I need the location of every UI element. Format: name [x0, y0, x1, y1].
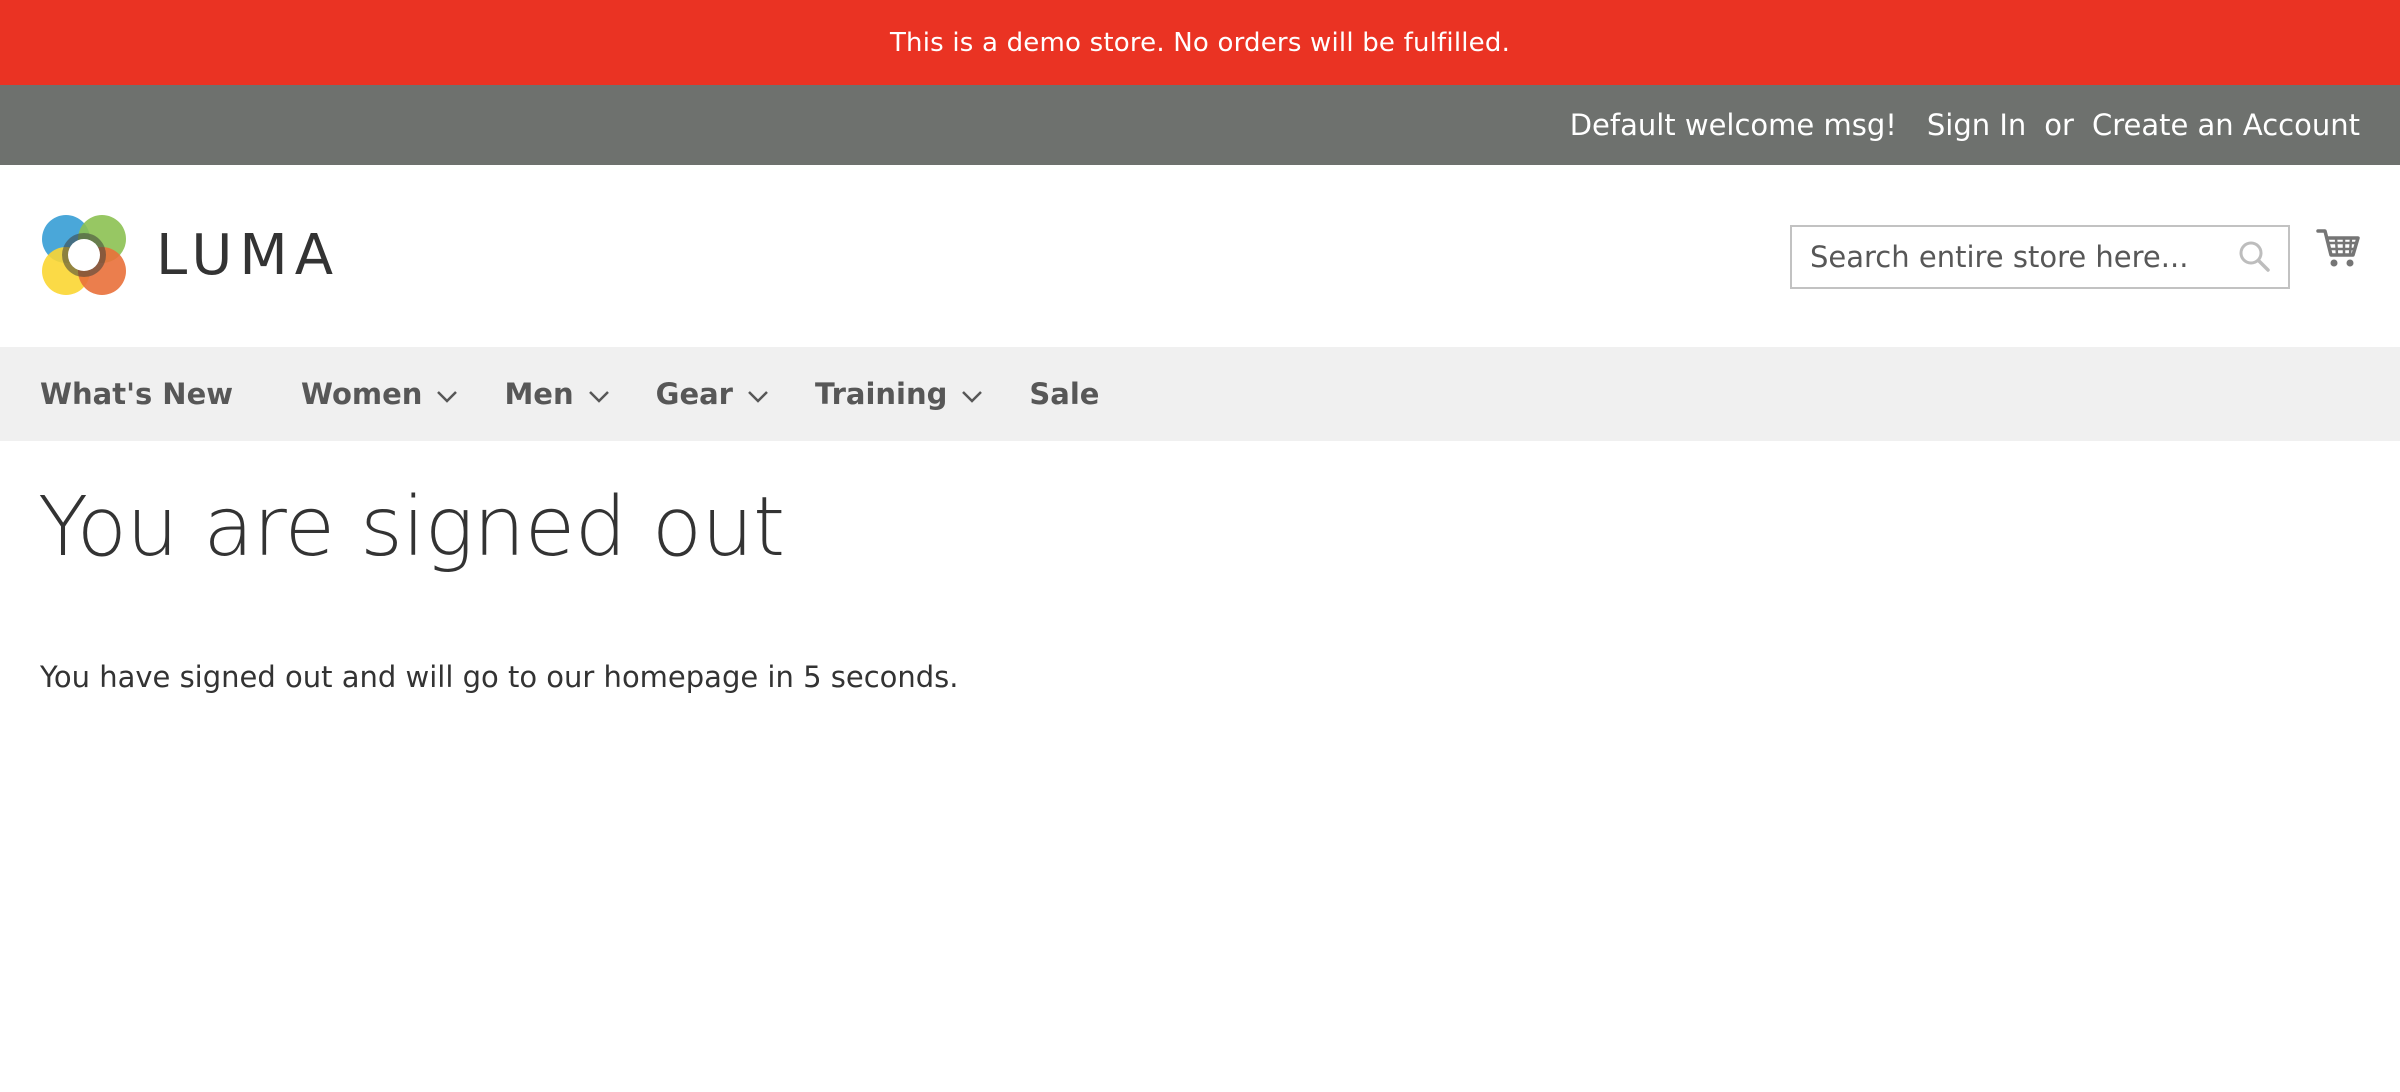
create-account-link[interactable]: Create an Account — [2092, 108, 2360, 142]
luma-logo-icon — [42, 215, 126, 295]
nav-item-label: Gear — [655, 377, 733, 411]
store-logo[interactable]: LUMA — [40, 210, 340, 300]
search-input[interactable] — [1790, 225, 2290, 289]
main-navigation: What's New Women Men Gear Training Sale — [0, 347, 2400, 441]
chevron-down-icon — [961, 377, 983, 411]
nav-item-label: Men — [504, 377, 574, 411]
header-panel: Default welcome msg! Sign In or Create a… — [0, 85, 2400, 165]
logo-text: LUMA — [156, 222, 341, 288]
nav-item-label: Women — [301, 377, 423, 411]
demo-notice-text: This is a demo store. No orders will be … — [889, 27, 1511, 58]
nav-item-men[interactable]: Men — [504, 377, 609, 411]
signout-message: You have signed out and will go to our h… — [40, 660, 959, 694]
nav-item-gear[interactable]: Gear — [656, 377, 769, 411]
nav-item-training[interactable]: Training — [815, 377, 983, 411]
header-content: LUMA — [0, 165, 2400, 347]
or-separator: or — [2044, 108, 2074, 142]
nav-item-whats-new[interactable]: What's New — [40, 377, 233, 411]
cart-icon[interactable] — [2316, 227, 2360, 273]
nav-item-label: What's New — [40, 377, 234, 411]
welcome-message: Default welcome msg! — [1569, 108, 1897, 142]
nav-item-label: Sale — [1029, 377, 1100, 411]
chevron-down-icon — [436, 377, 458, 411]
nav-item-sale[interactable]: Sale — [1029, 377, 1099, 411]
nav-item-label: Training — [814, 377, 948, 411]
search-icon[interactable] — [2238, 240, 2270, 276]
sign-in-link[interactable]: Sign In — [1927, 108, 2026, 142]
page-title: You are signed out — [38, 480, 785, 575]
demo-store-notice: This is a demo store. No orders will be … — [0, 0, 2400, 85]
nav-item-women[interactable]: Women — [301, 377, 458, 411]
search-form — [1790, 225, 2290, 289]
chevron-down-icon — [588, 377, 610, 411]
chevron-down-icon — [747, 377, 769, 411]
